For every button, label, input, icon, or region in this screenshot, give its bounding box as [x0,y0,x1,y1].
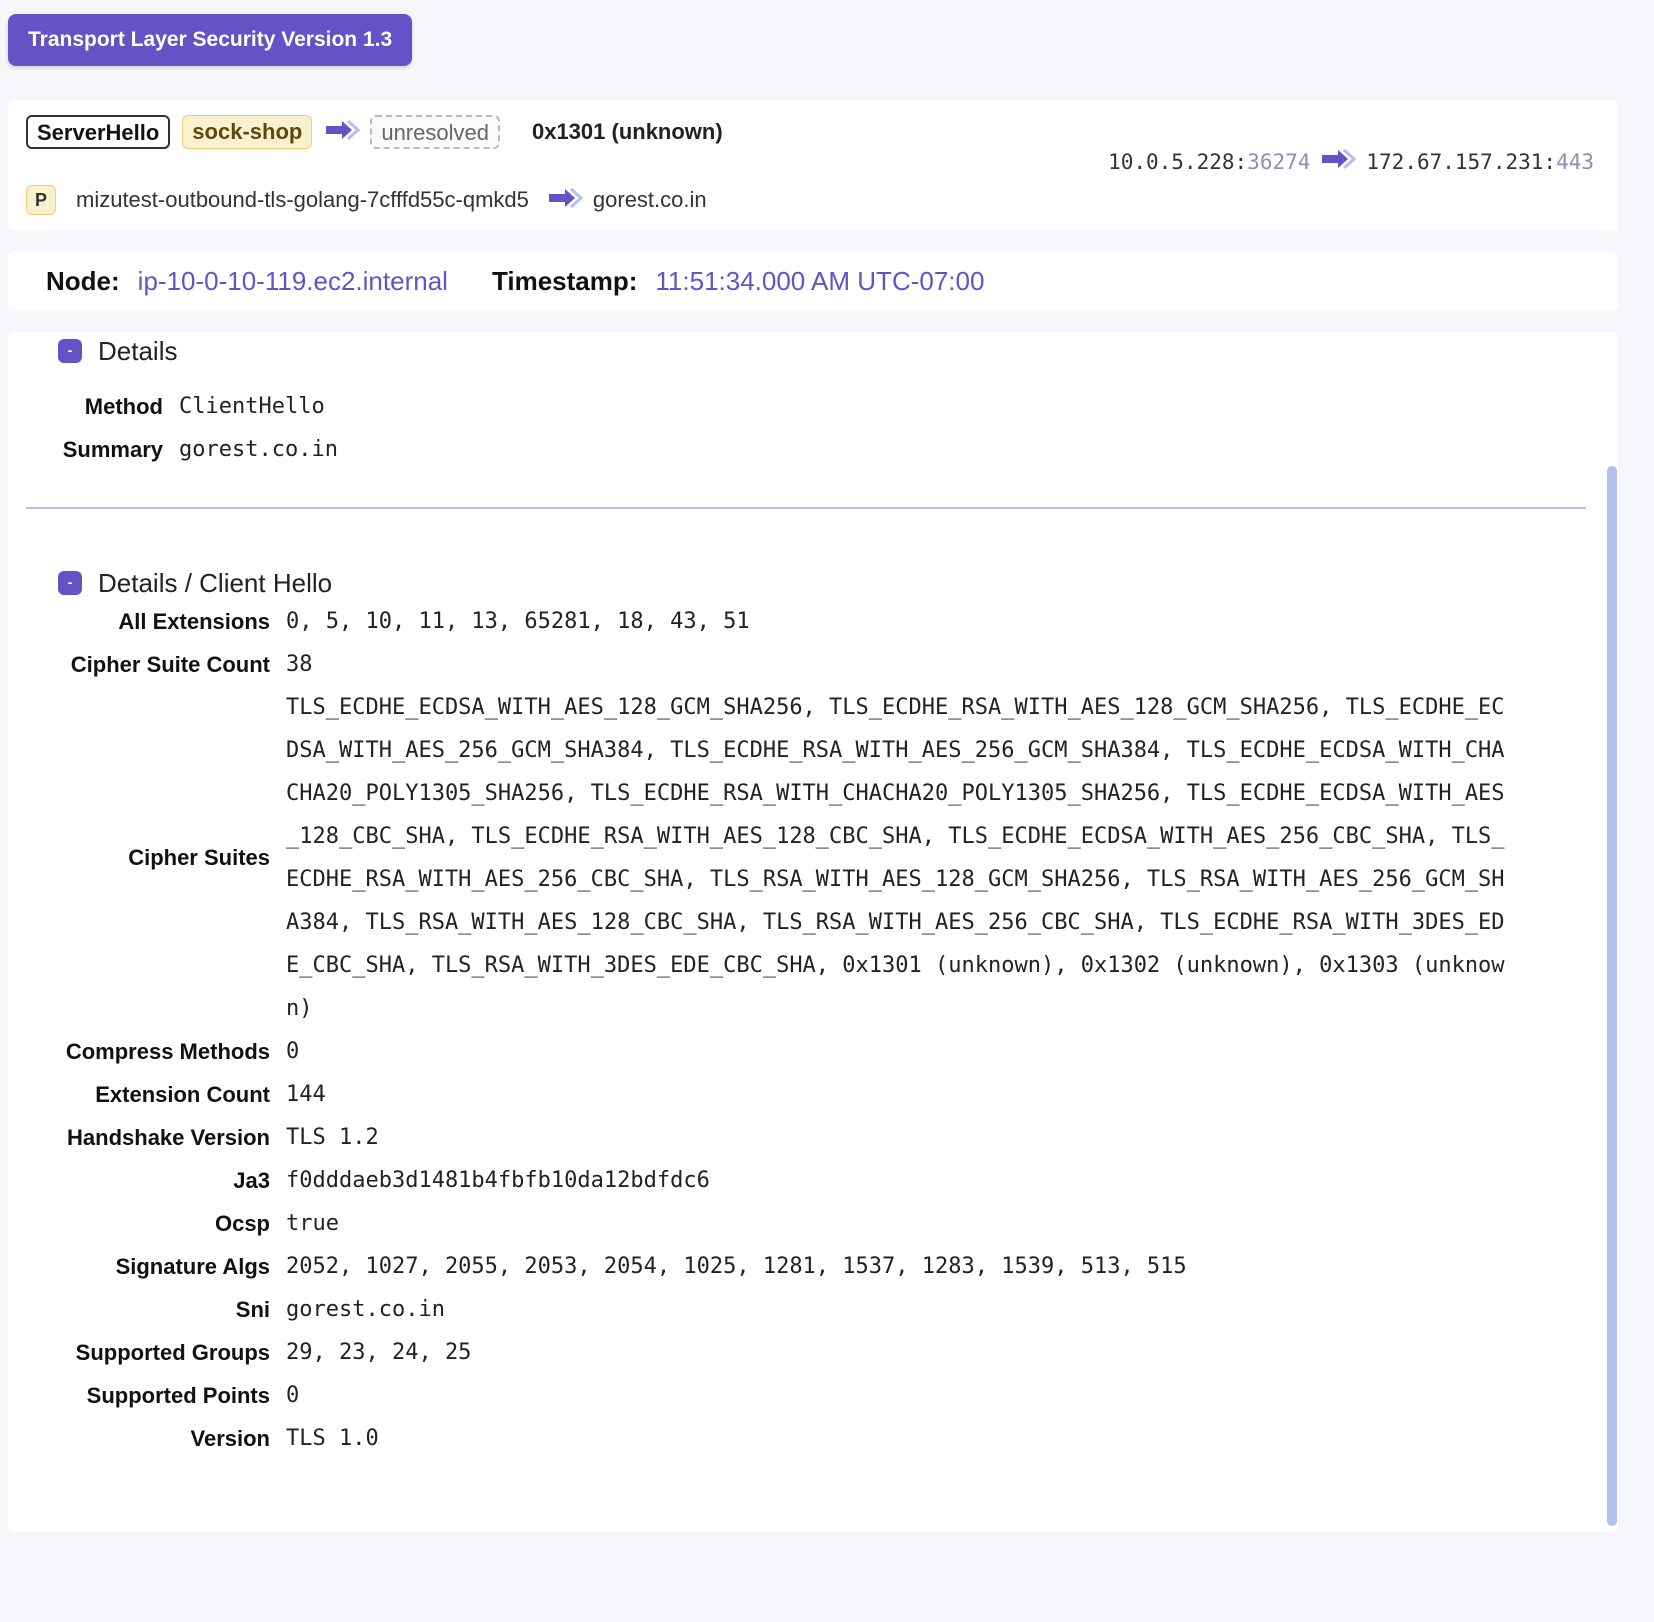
table-row: All Extensions 0, 5, 10, 11, 13, 65281, … [8,600,1516,643]
table-row: Sni gorest.co.in [8,1288,1516,1331]
service-pill[interactable]: sock-shop [182,115,313,149]
table-row: Cipher Suite Count 38 [8,643,1516,686]
timestamp-label: Timestamp: [491,265,638,296]
method-label: Method [84,394,163,419]
row-value: TLS 1.2 [286,1125,379,1150]
ip-separator: : [1543,149,1557,174]
node-label: Node: [46,265,120,296]
table-row: Extension Count 144 [8,1073,1516,1116]
destination-name[interactable]: gorest.co.in [593,187,707,213]
table-row: Handshake Version TLS 1.2 [8,1116,1516,1159]
scrollbar[interactable] [1607,466,1617,1526]
row-label: Sni [235,1296,270,1322]
row-label: Version [190,1425,270,1451]
method-value: ClientHello [179,394,325,419]
row-value: 144 [286,1082,326,1107]
destination-pill[interactable]: unresolved [370,115,500,149]
destination-port[interactable]: 443 [1556,150,1594,174]
table-row: Signature Algs 2052, 1027, 2055, 2053, 2… [8,1245,1516,1288]
details-header[interactable]: - Details [58,334,177,368]
row-label: Ocsp [214,1210,270,1236]
protocol-badge: Transport Layer Security Version 1.3 [8,14,413,66]
entry-row-top: ServerHello sock-shop unresolved 0x1301 … [26,114,723,150]
arrow-right-icon [1320,148,1357,175]
row-value: TLS_ECDHE_ECDSA_WITH_AES_128_GCM_SHA256,… [286,695,1505,1021]
row-label: Cipher Suite Count [70,651,270,677]
ip-address-block: 10.0.5.228:36274 172.67.157.231:443 [1108,148,1594,175]
destination-ip[interactable]: 172.67.157.231 [1366,150,1543,174]
ip-separator: : [1234,149,1248,174]
details-panel: - Details Method ClientHello Summary gor… [8,332,1618,1532]
table-row: Supported Points 0 [8,1374,1516,1417]
timestamp-value[interactable]: 11:51:34.000 AM UTC-07:00 [655,266,984,297]
row-value: 0 [286,1039,300,1064]
arrow-right-icon [324,119,361,146]
node-value[interactable]: ip-10-0-10-119.ec2.internal [138,266,448,297]
row-value: 38 [286,652,313,677]
table-row: Supported Groups 29, 23, 24, 25 [8,1331,1516,1374]
table-row: Ocsp true [8,1202,1516,1245]
row-value: 29, 23, 24, 25 [286,1340,472,1365]
row-value: 0 [286,1383,300,1408]
method-pill: ServerHello [26,115,171,149]
row-label: Ja3 [233,1167,270,1193]
source-port[interactable]: 36274 [1247,150,1310,174]
entry-summary-card[interactable]: ServerHello sock-shop unresolved 0x1301 … [8,100,1618,230]
row-value: 0, 5, 10, 11, 13, 65281, 18, 43, 51 [286,609,750,634]
summary-row: Summary gorest.co.in [8,437,338,463]
row-label: Signature Algs [115,1253,270,1279]
entry-summary: 0x1301 (unknown) [531,119,723,144]
table-row: Compress Methods 0 [8,1030,1516,1073]
table-row: Ja3 f0dddaeb3d1481b4fbfb10da12bdfdc6 [8,1159,1516,1202]
row-label: Compress Methods [65,1038,270,1064]
source-name[interactable]: mizutest-outbound-tls-golang-7cfffd55c-q… [76,187,529,213]
collapse-icon[interactable]: - [58,339,82,363]
arrow-right-icon [547,187,584,214]
method-row: Method ClientHello [8,394,325,420]
client-hello-table: All Extensions 0, 5, 10, 11, 13, 65281, … [8,600,1516,1460]
summary-label: Summary [62,437,163,462]
entry-row-bottom: P mizutest-outbound-tls-golang-7cfffd55c… [26,182,707,218]
row-value: 2052, 1027, 2055, 2053, 2054, 1025, 1281… [286,1254,1187,1279]
row-label: Handshake Version [67,1124,270,1150]
row-label: Cipher Suites [128,845,270,870]
row-value: f0dddaeb3d1481b4fbfb10da12bdfdc6 [286,1168,710,1193]
row-value: TLS 1.0 [286,1426,379,1451]
row-label: All Extensions [118,608,270,634]
row-label: Extension Count [95,1081,270,1107]
section-divider [26,507,1586,509]
client-hello-title: Details / Client Hello [98,567,333,598]
table-row: Cipher Suites TLS_ECDHE_ECDSA_WITH_AES_1… [8,686,1516,1030]
node-info-row: Node: ip-10-0-10-119.ec2.internal Timest… [46,263,1028,299]
row-label: Supported Points [86,1382,270,1408]
source-ip[interactable]: 10.0.5.228 [1108,150,1234,174]
protocol-abbr-badge: P [26,185,56,215]
details-title: Details [98,335,178,366]
table-row: Version TLS 1.0 [8,1417,1516,1460]
row-value: gorest.co.in [286,1297,445,1322]
row-value: true [286,1211,339,1236]
summary-value: gorest.co.in [179,437,338,462]
row-label: Supported Groups [75,1339,270,1365]
collapse-icon[interactable]: - [58,571,82,595]
client-hello-header[interactable]: - Details / Client Hello [58,566,332,600]
node-info-card: Node: ip-10-0-10-119.ec2.internal Timest… [8,251,1618,311]
